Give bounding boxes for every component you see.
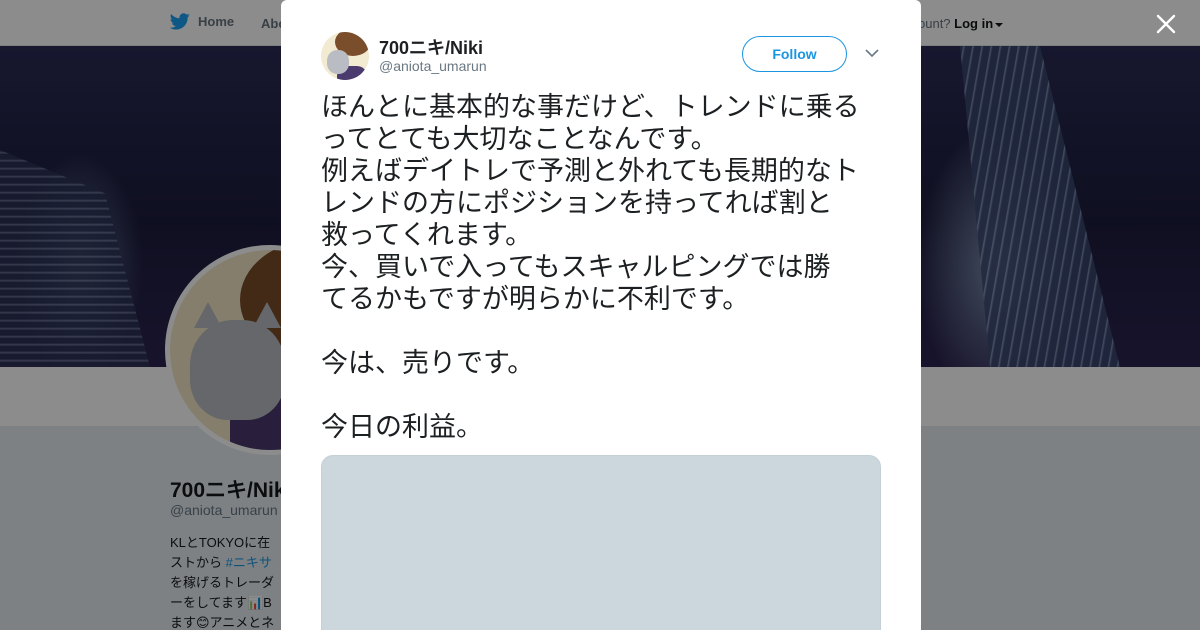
avatar-cat <box>327 50 349 74</box>
tweet-line: ってとても大切なことなんです。 <box>321 124 718 155</box>
follow-button[interactable]: Follow <box>742 36 847 72</box>
chevron-down-icon[interactable] <box>865 48 879 58</box>
tweet-text: ほんとに基本的な事だけど、トレンドに乗る ってとても大切なことなんです。 例えば… <box>321 92 886 444</box>
tweet-line: 今、買いで入ってもスキャルピングでは勝 <box>321 252 831 283</box>
tweet-line: てるかもですが明らかに不利です。 <box>321 284 750 315</box>
close-icon[interactable] <box>1154 12 1178 36</box>
tweet-line: ほんとに基本的な事だけど、トレンドに乗る <box>321 92 860 123</box>
tweet-media-image[interactable] <box>321 455 881 630</box>
tweet-line: 救ってくれます。 <box>321 220 533 251</box>
tweet-line: 例えばデイトレで予測と外れても長期的なト <box>321 156 859 187</box>
tweet-author-handle[interactable]: @aniota_umarun <box>379 58 487 74</box>
tweet-line: 今は、売りです。 <box>321 348 535 379</box>
tweet-modal: 700ニキ/Niki @aniota_umarun Follow ほんとに基本的… <box>281 0 921 630</box>
tweet-author-avatar[interactable] <box>321 32 369 80</box>
tweet-line: レンドの方にポジションを持ってれば割と <box>321 188 833 219</box>
tweet-author-name[interactable]: 700ニキ/Niki <box>379 34 483 60</box>
tweet-line: 今日の利益。 <box>321 412 483 443</box>
